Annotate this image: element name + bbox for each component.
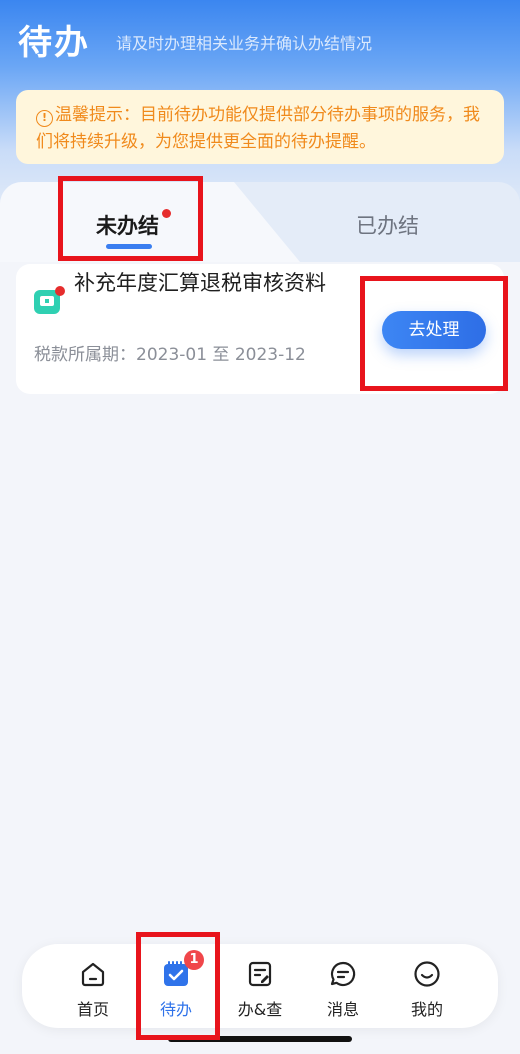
bottom-nav: 首页 1 待办 办&查 消息 我的 <box>22 944 498 1028</box>
annotation-box-process-button <box>360 276 508 391</box>
nav-home[interactable]: 首页 <box>58 956 128 1022</box>
annotation-box-tab <box>58 176 203 261</box>
header: 待办 请及时办理相关业务并确认办结情况 <box>18 14 372 64</box>
nav-profile[interactable]: 我的 <box>392 956 462 1022</box>
home-icon <box>81 962 105 987</box>
todo-page: 待办 请及时办理相关业务并确认办结情况 ! 温馨提示：目前待办功能仅提供部分待办事… <box>0 0 520 1054</box>
notice-text: 温馨提示：目前待办功能仅提供部分待办事项的服务，我们将持续升级，为您提供更全面的… <box>36 105 480 152</box>
page-subtitle: 请及时办理相关业务并确认办结情况 <box>116 34 373 53</box>
message-icon <box>330 961 356 987</box>
nav-home-label: 首页 <box>76 1000 109 1019</box>
nav-messages[interactable]: 消息 <box>308 956 378 1022</box>
nav-messages-label: 消息 <box>326 1000 359 1019</box>
info-icon: ! <box>36 110 53 127</box>
page-title: 待办 <box>18 22 90 63</box>
handle-query-icon <box>248 961 272 987</box>
tab-finished[interactable]: 已办结 <box>356 210 419 240</box>
profile-smile-icon <box>414 961 440 987</box>
annotation-box-nav-todo <box>136 932 220 1040</box>
nav-handle-query[interactable]: 办&查 <box>225 956 295 1022</box>
nav-profile-label: 我的 <box>410 1000 443 1019</box>
task-red-dot <box>55 286 65 296</box>
task-period: 税款所属期：2023-01 至 2023-12 <box>34 345 306 365</box>
nav-handle-query-label: 办&查 <box>237 1000 283 1019</box>
notice-banner: ! 温馨提示：目前待办功能仅提供部分待办事项的服务，我们将持续升级，为您提供更全面… <box>16 90 504 164</box>
task-title: 补充年度汇算退税审核资料 <box>74 271 326 295</box>
